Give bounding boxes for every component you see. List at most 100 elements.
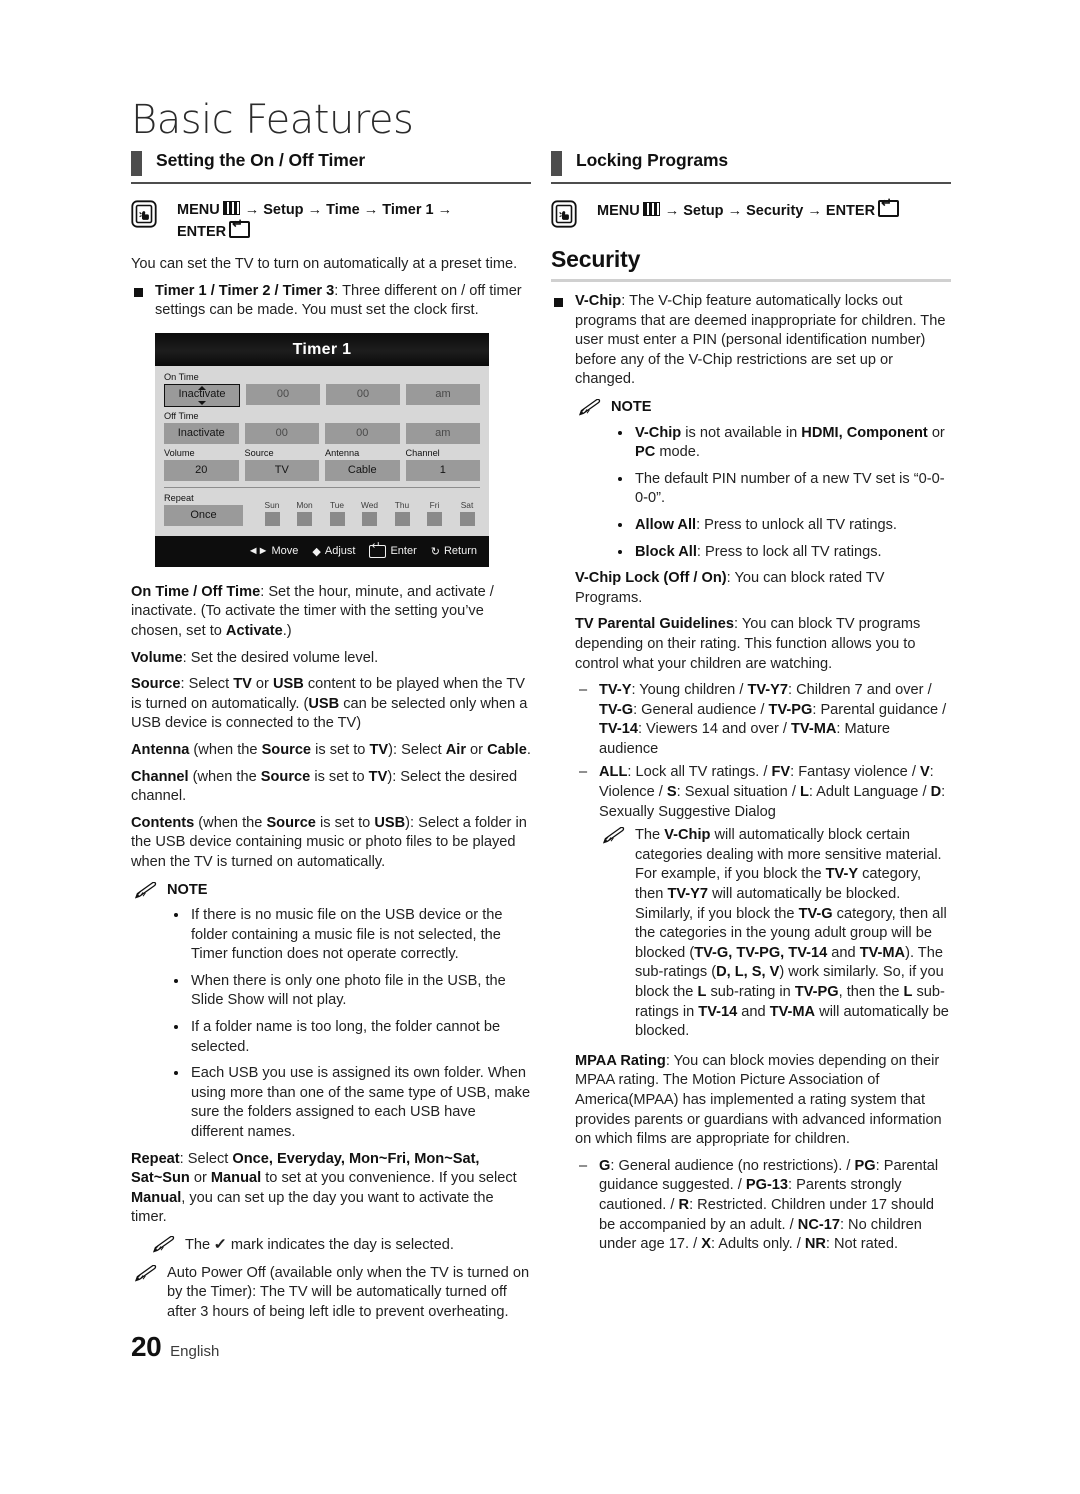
osd-day-fri[interactable]: Fri: [422, 500, 448, 526]
note-item: If there is no music file on the USB dev…: [167, 906, 531, 965]
vn-b3: TV-Y7: [667, 886, 709, 903]
section-header-on-off-timer: Setting the On / Off Timer: [131, 150, 531, 184]
note-item: If a folder name is too long, the folder…: [167, 1018, 531, 1057]
osd-hint-enter-label: Enter: [390, 545, 417, 558]
page-language: English: [170, 1343, 220, 1360]
block-all-text: : Press to lock all TV ratings.: [696, 543, 882, 560]
osd-off-time-hour[interactable]: 00: [244, 422, 319, 444]
osd-off-time-activate-field[interactable]: Inactivate: [164, 422, 239, 444]
osd-on-time-label: On Time: [164, 371, 199, 382]
source-paragraph: Source: Select TV or USB content to be p…: [131, 675, 531, 734]
vn-b6: TV-MA: [859, 944, 906, 961]
menu-enter-label: ENTER: [177, 224, 227, 240]
note-item: Block All: Press to lock all TV ratings.: [611, 543, 951, 563]
note-item: When there is only one photo file in the…: [167, 972, 531, 1011]
mpaa-rating-bold: G: [599, 1157, 611, 1174]
osd-on-time-activate-field[interactable]: Inactivate: [164, 383, 240, 407]
vn-b9: TV-PG: [794, 984, 839, 1000]
osd-antenna-value[interactable]: Cable: [325, 459, 400, 481]
note-text-f: mode.: [655, 444, 700, 461]
mpaa-rating-bold: NC-17: [797, 1216, 840, 1233]
osd-channel-value[interactable]: 1: [405, 459, 480, 481]
enter-key-icon: [229, 217, 251, 238]
on-off-text-2: .): [282, 622, 292, 639]
arrow-3: →: [363, 202, 379, 218]
repeat-text-b: or: [189, 1170, 211, 1187]
osd-day-mon[interactable]: Mon: [292, 500, 318, 526]
osd-day-box[interactable]: [297, 511, 312, 526]
mpaa-bold: MPAA Rating: [575, 1052, 666, 1069]
osd-repeat-value[interactable]: Once: [164, 504, 243, 526]
checkmark-note-text-a: The: [185, 1237, 215, 1253]
osd-day-box[interactable]: [394, 511, 410, 526]
arrow-up-icon: [198, 385, 206, 390]
auto-power-off-note: Auto Power Off (available only when the …: [131, 1264, 531, 1323]
contents-bold: Contents: [131, 814, 195, 831]
checkmark-note: The ✓ mark indicates the day is selected…: [149, 1235, 531, 1256]
menu-label: MENU: [597, 203, 640, 219]
osd-day-tue[interactable]: Tue: [324, 500, 350, 526]
repeat-text-a: : Select: [179, 1150, 233, 1167]
osd-off-time-minute[interactable]: 00: [325, 422, 400, 444]
bullet-dot-icon: [174, 1071, 178, 1076]
osd-day-thu[interactable]: Thu: [389, 500, 415, 526]
osd-divider: [164, 486, 480, 488]
osd-day-sun[interactable]: Sun: [259, 500, 285, 526]
timer-bullet-bold: Timer 1 / Timer 2 / Timer 3: [155, 282, 335, 299]
section-title-label: Locking Programs: [576, 150, 729, 170]
note-item-text: The default PIN number of a new TV set i…: [635, 470, 945, 507]
osd-day-box[interactable]: [362, 511, 377, 526]
osd-day-box[interactable]: [459, 511, 475, 526]
mpaa-ratings-list: G: General audience (no restrictions). /…: [599, 1158, 938, 1252]
return-arrow-icon: ↻: [430, 545, 440, 558]
arrow-4: →: [437, 202, 453, 218]
osd-repeat-label: Repeat: [164, 492, 194, 503]
osd-volume-value[interactable]: 20: [164, 459, 239, 481]
osd-on-time-minute[interactable]: 00: [326, 383, 400, 405]
osd-day-sat[interactable]: Sat: [454, 500, 480, 526]
osd-day-box[interactable]: [329, 511, 345, 526]
osd-hint-adjust: ◆ Adjust: [312, 545, 355, 558]
rating-bold: TV-Y: [599, 682, 632, 699]
channel-source-bold: Source: [260, 768, 311, 785]
osd-source-value[interactable]: TV: [244, 459, 319, 481]
antenna-text-b: is set to: [311, 741, 370, 758]
block-all-bold: Block All: [635, 543, 697, 560]
pencil-icon: [133, 1264, 159, 1283]
osd-day-box[interactable]: [264, 511, 280, 526]
osd-on-time-ampm[interactable]: am: [406, 383, 480, 405]
osd-on-time-row: Inactivate 00 00 am: [164, 383, 480, 407]
osd-off-time-label: Off Time: [164, 410, 199, 421]
right-column: Locking Programs MENU → Setup → Security…: [551, 150, 951, 1259]
square-bullet-icon: [134, 287, 143, 297]
osd-day-box[interactable]: [427, 511, 442, 526]
osd-day-label: Mon: [296, 499, 313, 510]
osd-off-time-row: Inactivate 00 00 am: [164, 422, 480, 444]
mpaa-rating-bold: R: [678, 1196, 690, 1213]
osd-on-time-hour[interactable]: 00: [246, 383, 320, 405]
left-right-arrows-icon: ◄►: [247, 545, 269, 558]
antenna-bold: Antenna: [131, 741, 190, 758]
on-off-bold: On Time / Off Time: [131, 583, 261, 600]
security-heading: Security: [551, 246, 641, 272]
osd-hint-enter: Enter: [369, 541, 417, 558]
note-item: V-Chip is not available in HDMI, Compone…: [611, 424, 951, 463]
ratings-list-2: ALL: Lock all TV ratings. / FV: Fantasy …: [599, 764, 945, 819]
rating-text: : Adult Language /: [808, 784, 931, 801]
vchip-auto-block-note: The V-Chip will automatically block cert…: [599, 826, 951, 1042]
rating-bold: TV-MA: [791, 721, 837, 738]
up-down-arrows-icon: ◆: [312, 545, 321, 558]
mpaa-rating-text: : Not rated.: [825, 1236, 899, 1253]
osd-volume-label: Volume: [164, 447, 195, 458]
manual-page: Basic Features Setting the On / Off Time…: [0, 0, 1080, 1494]
repeat-manual-bold: Manual: [210, 1170, 262, 1187]
osd-day-wed[interactable]: Wed: [357, 500, 383, 526]
bullet-dot-icon: [174, 978, 178, 983]
rating-text: : Parental guidance /: [812, 701, 947, 718]
osd-off-time-ampm[interactable]: am: [405, 422, 480, 444]
osd-day-label: Fri: [429, 499, 440, 510]
note-hdmi-bold: HDMI, Component: [801, 424, 928, 441]
antenna-text-a: (when the: [189, 741, 262, 758]
note-text-b: is not available in: [681, 424, 802, 441]
osd-title: Timer 1: [155, 332, 489, 366]
